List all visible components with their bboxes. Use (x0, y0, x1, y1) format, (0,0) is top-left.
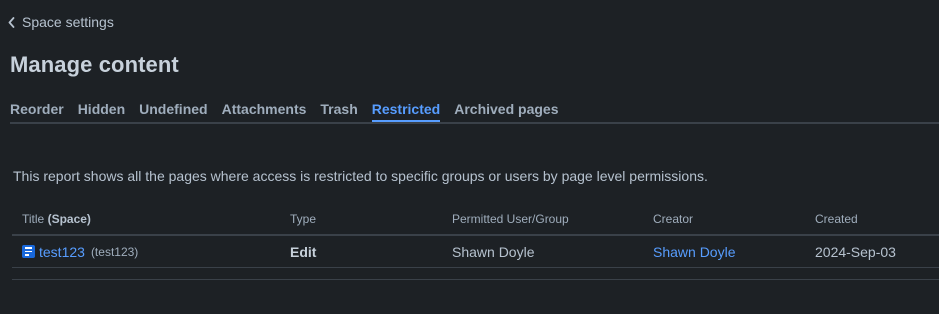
cell-type: Edit (290, 243, 317, 260)
cell-permitted: Shawn Doyle (452, 243, 535, 260)
table-row: test123 (test123) Edit Shawn Doyle Shawn… (12, 236, 939, 268)
column-header-created: Created (815, 211, 858, 226)
column-header-type: Type (290, 211, 317, 226)
restricted-pages-table: Title (Space) Type Permitted User/Group … (12, 203, 939, 268)
tab-reorder[interactable]: Reorder (10, 100, 64, 122)
cell-creator-link[interactable]: Shawn Doyle (653, 244, 815, 260)
cell-created: 2024-Sep-03 (815, 243, 896, 260)
report-description: This report shows all the pages where ac… (13, 168, 708, 184)
tab-trash[interactable]: Trash (320, 100, 357, 122)
table-header: Title (Space) Type Permitted User/Group … (12, 203, 939, 236)
column-header-title-label: Title (22, 211, 45, 226)
manage-content-page: Space settings Manage content Reorder Hi… (0, 0, 939, 314)
tab-attachments[interactable]: Attachments (222, 100, 307, 122)
table-footer-divider (12, 279, 939, 280)
title-cell-content: test123 (test123) (22, 244, 290, 260)
back-to-space-settings-link[interactable]: Space settings (8, 14, 114, 30)
page-title: Manage content (10, 52, 179, 77)
column-header-space-label: (Space) (47, 211, 91, 226)
tab-archived-pages[interactable]: Archived pages (454, 100, 558, 122)
tab-hidden[interactable]: Hidden (78, 100, 125, 122)
chevron-left-icon (8, 16, 15, 28)
column-header-title: Title (Space) (12, 212, 290, 226)
tab-restricted[interactable]: Restricted (371, 100, 441, 122)
page-icon (22, 245, 35, 258)
tab-bar: Reorder Hidden Undefined Attachments Tra… (10, 100, 939, 124)
tab-undefined[interactable]: Undefined (139, 100, 207, 122)
column-header-creator: Creator (653, 211, 694, 226)
page-title-link[interactable]: test123 (39, 244, 85, 260)
back-link-label: Space settings (22, 14, 114, 30)
space-key: (test123) (90, 244, 139, 259)
cell-title: test123 (test123) (12, 244, 290, 260)
column-header-permitted: Permitted User/Group (452, 211, 569, 226)
